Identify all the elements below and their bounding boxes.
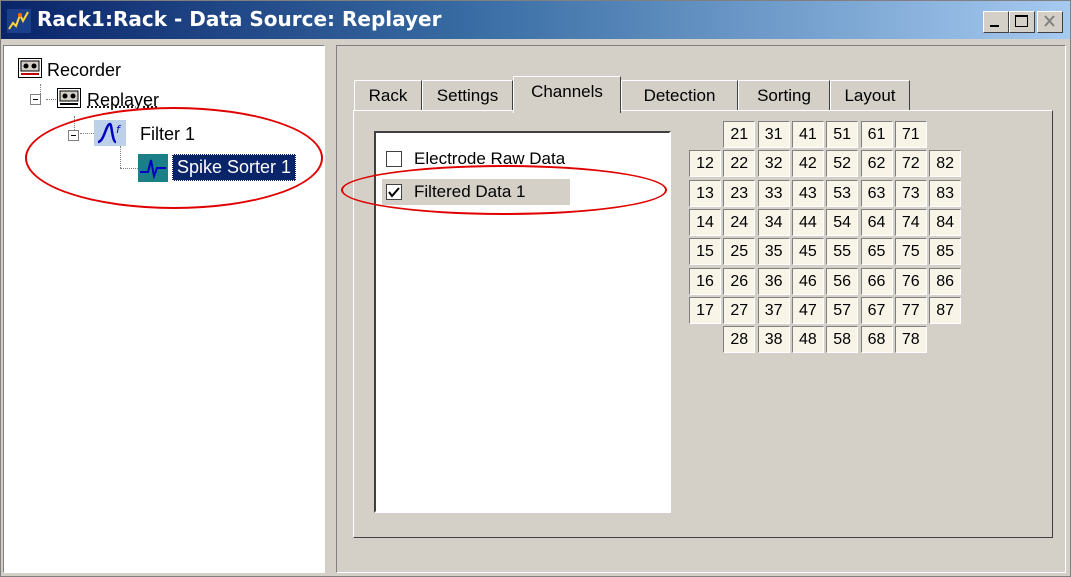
channel-68[interactable]: 68 bbox=[860, 326, 893, 354]
channels-panel: Electrode Raw Data Filtered Data 1 21 31 4… bbox=[353, 110, 1053, 538]
channel-45[interactable]: 45 bbox=[791, 238, 824, 266]
minimize-button[interactable] bbox=[983, 11, 1009, 33]
channel-85[interactable]: 85 bbox=[929, 238, 962, 266]
channel-71[interactable]: 71 bbox=[894, 121, 927, 148]
channel-46[interactable]: 46 bbox=[791, 267, 824, 295]
channel-78[interactable]: 78 bbox=[894, 326, 927, 354]
channel-13[interactable]: 13 bbox=[689, 179, 721, 207]
data-source-list[interactable]: Electrode Raw Data Filtered Data 1 bbox=[374, 131, 671, 513]
channel-51[interactable]: 51 bbox=[826, 121, 859, 148]
maximize-button[interactable] bbox=[1009, 11, 1035, 33]
minimize-icon bbox=[990, 25, 999, 27]
channel-74[interactable]: 74 bbox=[894, 208, 927, 236]
channel-66[interactable]: 66 bbox=[860, 267, 893, 295]
channel-28[interactable]: 28 bbox=[723, 326, 756, 354]
channel-47[interactable]: 47 bbox=[791, 296, 824, 324]
channel-55[interactable]: 55 bbox=[826, 238, 859, 266]
channel-73[interactable]: 73 bbox=[894, 179, 927, 207]
tree-item-recorder[interactable]: Recorder bbox=[47, 60, 121, 81]
channel-24[interactable]: 24 bbox=[723, 208, 756, 236]
recorder-icon bbox=[18, 58, 42, 78]
channel-76[interactable]: 76 bbox=[894, 267, 927, 295]
channel-21[interactable]: 21 bbox=[723, 121, 756, 148]
channel-53[interactable]: 53 bbox=[826, 179, 859, 207]
channel-34[interactable]: 34 bbox=[757, 208, 790, 236]
channel-44[interactable]: 44 bbox=[791, 208, 824, 236]
tab-sorting[interactable]: Sorting bbox=[738, 80, 830, 111]
close-button[interactable] bbox=[1037, 11, 1063, 33]
channel-25[interactable]: 25 bbox=[723, 238, 756, 266]
tree-view[interactable]: Recorder Replayer f Filter 1 Spike Sorte… bbox=[3, 45, 325, 573]
check-icon bbox=[388, 187, 400, 198]
channel-15[interactable]: 15 bbox=[689, 238, 721, 266]
tree-item-spike-sorter[interactable]: Spike Sorter 1 bbox=[172, 154, 297, 181]
spike-sorter-icon bbox=[138, 154, 168, 182]
close-icon bbox=[1044, 15, 1055, 27]
channel-65[interactable]: 65 bbox=[860, 238, 893, 266]
channel-27[interactable]: 27 bbox=[723, 296, 756, 324]
channel-56[interactable]: 56 bbox=[826, 267, 859, 295]
collapse-toggle[interactable] bbox=[68, 130, 79, 141]
tree-item-replayer[interactable]: Replayer bbox=[87, 90, 159, 111]
channel-84[interactable]: 84 bbox=[929, 208, 962, 236]
tree-item-filter[interactable]: Filter 1 bbox=[140, 124, 195, 145]
channel-77[interactable]: 77 bbox=[894, 296, 927, 324]
channel-42[interactable]: 42 bbox=[791, 150, 824, 178]
channel-64[interactable]: 64 bbox=[860, 208, 893, 236]
replayer-icon bbox=[57, 88, 81, 108]
filter-icon: f bbox=[94, 120, 126, 146]
channel-82[interactable]: 82 bbox=[929, 150, 962, 178]
channel-32[interactable]: 32 bbox=[757, 150, 790, 178]
channel-72[interactable]: 72 bbox=[894, 150, 927, 178]
channel-61[interactable]: 61 bbox=[860, 121, 893, 148]
tab-rack[interactable]: Rack bbox=[354, 80, 422, 111]
channel-75[interactable]: 75 bbox=[894, 238, 927, 266]
settings-pane: Rack Settings Channels Detection Sorting… bbox=[336, 45, 1066, 573]
channel-63[interactable]: 63 bbox=[860, 179, 893, 207]
channel-17[interactable]: 17 bbox=[689, 296, 721, 324]
tab-channels[interactable]: Channels bbox=[513, 76, 621, 113]
channel-48[interactable]: 48 bbox=[791, 326, 824, 354]
channel-23[interactable]: 23 bbox=[723, 179, 756, 207]
tab-layout[interactable]: Layout bbox=[830, 80, 910, 111]
rack-app-icon bbox=[7, 9, 31, 33]
channel-57[interactable]: 57 bbox=[826, 296, 859, 324]
channel-38[interactable]: 38 bbox=[757, 326, 790, 354]
title-bar[interactable]: Rack1:Rack - Data Source: Replayer bbox=[1, 1, 1070, 39]
tab-detection[interactable]: Detection bbox=[621, 80, 738, 111]
filtered-data-checkbox[interactable] bbox=[386, 184, 402, 200]
tree-connector bbox=[46, 99, 56, 100]
channel-52[interactable]: 52 bbox=[826, 150, 859, 178]
channel-43[interactable]: 43 bbox=[791, 179, 824, 207]
app-window: Rack1:Rack - Data Source: Replayer Recor… bbox=[0, 0, 1071, 577]
collapse-toggle[interactable] bbox=[30, 94, 41, 105]
channel-35[interactable]: 35 bbox=[757, 238, 790, 266]
channel-37[interactable]: 37 bbox=[757, 296, 790, 324]
channel-67[interactable]: 67 bbox=[860, 296, 893, 324]
channel-26[interactable]: 26 bbox=[723, 267, 756, 295]
electrode-raw-data-checkbox[interactable] bbox=[386, 151, 402, 167]
channel-54[interactable]: 54 bbox=[826, 208, 859, 236]
channel-16[interactable]: 16 bbox=[689, 267, 721, 295]
window-title: Rack1:Rack - Data Source: Replayer bbox=[37, 7, 442, 31]
channel-22[interactable]: 22 bbox=[723, 150, 756, 178]
channel-12[interactable]: 12 bbox=[689, 150, 721, 178]
channel-86[interactable]: 86 bbox=[929, 267, 962, 295]
channel-83[interactable]: 83 bbox=[929, 179, 962, 207]
channel-14[interactable]: 14 bbox=[689, 208, 721, 236]
channel-41[interactable]: 41 bbox=[791, 121, 824, 148]
filtered-data-label[interactable]: Filtered Data 1 bbox=[414, 182, 526, 202]
channel-36[interactable]: 36 bbox=[757, 267, 790, 295]
channel-62[interactable]: 62 bbox=[860, 150, 893, 178]
electrode-raw-data-label[interactable]: Electrode Raw Data bbox=[414, 149, 565, 169]
tab-settings[interactable]: Settings bbox=[422, 80, 513, 111]
channel-87[interactable]: 87 bbox=[929, 296, 962, 324]
tree-connector bbox=[120, 146, 121, 168]
tree-connector bbox=[120, 168, 138, 169]
channel-33[interactable]: 33 bbox=[757, 179, 790, 207]
channel-58[interactable]: 58 bbox=[826, 326, 859, 354]
maximize-icon bbox=[1015, 15, 1028, 27]
channel-31[interactable]: 31 bbox=[757, 121, 790, 148]
